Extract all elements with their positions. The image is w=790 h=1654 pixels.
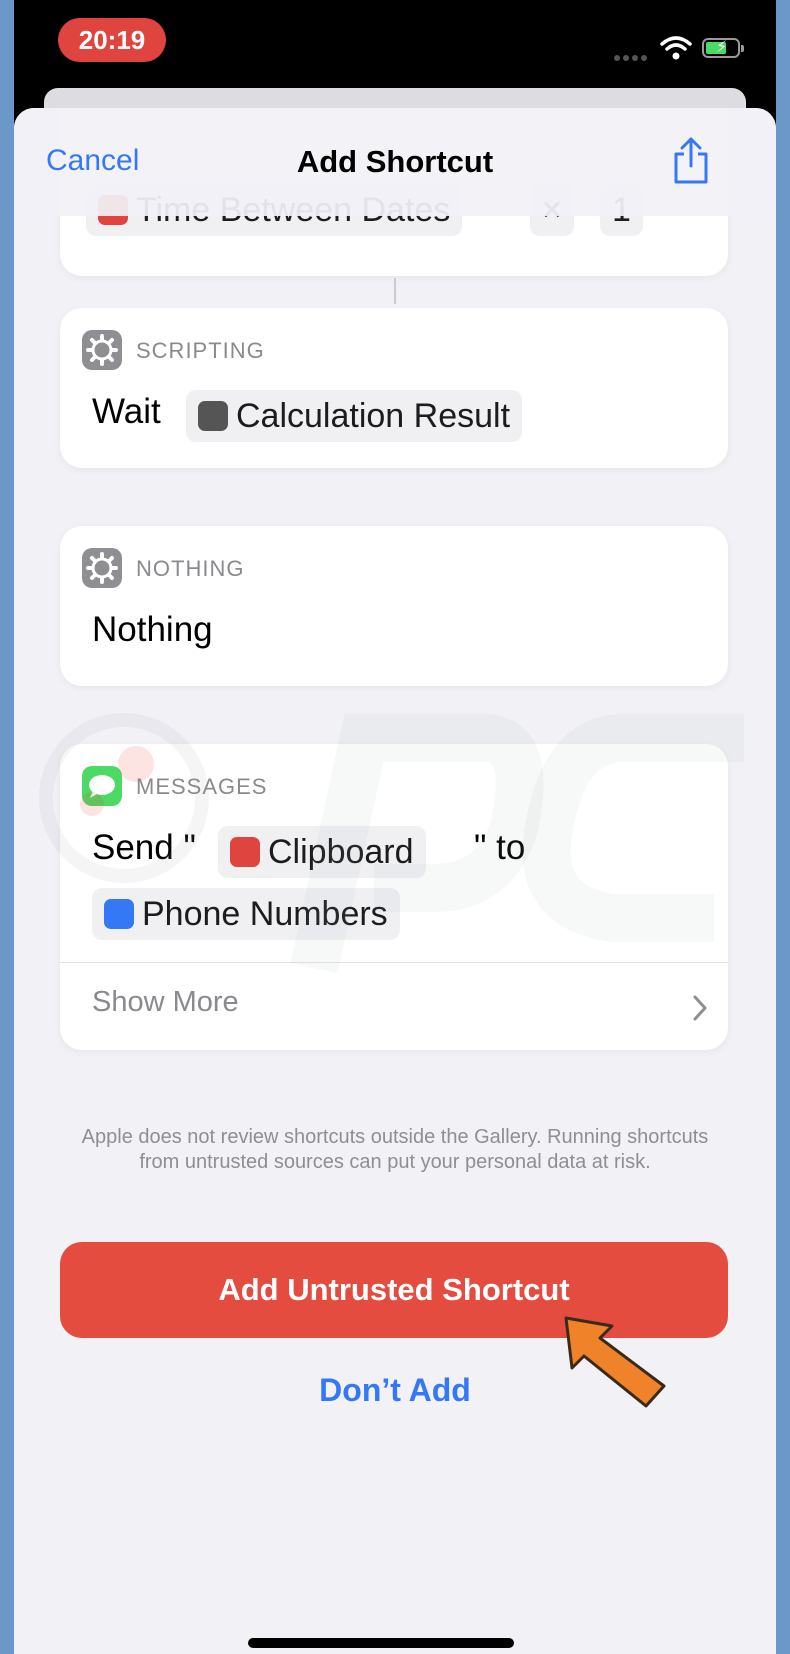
- chevron-right-icon[interactable]: [692, 994, 708, 1022]
- action-text-nothing: Nothing: [92, 610, 213, 649]
- wifi-icon: [660, 36, 692, 60]
- untrusted-disclaimer: Apple does not review shortcuts outside …: [81, 1126, 709, 1173]
- messages-icon: [82, 766, 122, 806]
- calculation-result-token[interactable]: Calculation Result: [186, 390, 523, 442]
- category-label-nothing: NOTHING: [136, 556, 245, 581]
- phone-screen: 20:19 ⚡ Cancel Add Shortcut Time Between…: [14, 0, 776, 1654]
- home-indicator[interactable]: [248, 1638, 514, 1648]
- cellular-signal-icon: [614, 48, 650, 66]
- nav-bar: Cancel Add Shortcut: [14, 108, 776, 216]
- clipboard-label: Clipboard: [268, 833, 414, 871]
- add-shortcut-sheet: Cancel Add Shortcut Time Between Dates ×…: [14, 108, 776, 1654]
- phone-numbers-label: Phone Numbers: [142, 895, 388, 933]
- category-label-messages: MESSAGES: [136, 774, 268, 799]
- action-card-nothing[interactable]: NOTHING Nothing: [60, 526, 728, 686]
- scissors-icon: [230, 837, 260, 867]
- page-title: Add Shortcut: [296, 144, 494, 179]
- action-connector: [394, 278, 396, 304]
- battery-charging-icon: ⚡: [702, 38, 744, 58]
- action-connector-to: " to: [474, 828, 526, 867]
- phone-numbers-token[interactable]: Phone Numbers: [92, 888, 400, 940]
- category-label-scripting: SCRIPTING: [136, 338, 265, 363]
- status-bar: 20:19 ⚡: [14, 0, 776, 92]
- gear-icon: [82, 330, 122, 370]
- action-verb-send: Send ": [92, 828, 196, 867]
- action-card-send-message[interactable]: MESSAGES Send " Clipboard " to Phone Num…: [60, 744, 728, 1050]
- share-icon[interactable]: [670, 136, 712, 186]
- clipboard-token[interactable]: Clipboard: [218, 826, 426, 878]
- action-verb-wait: Wait: [92, 392, 161, 431]
- phone-icon: [104, 899, 134, 929]
- calculator-icon: [198, 401, 228, 431]
- gear-icon: [82, 548, 122, 588]
- show-more-button[interactable]: Show More: [92, 986, 239, 1019]
- action-card-wait[interactable]: SCRIPTING Wait Calculation Result: [60, 308, 728, 468]
- divider: [60, 962, 728, 963]
- status-time[interactable]: 20:19: [58, 18, 166, 62]
- pointer-arrow-icon: [564, 1316, 666, 1408]
- calculation-result-label: Calculation Result: [236, 397, 511, 435]
